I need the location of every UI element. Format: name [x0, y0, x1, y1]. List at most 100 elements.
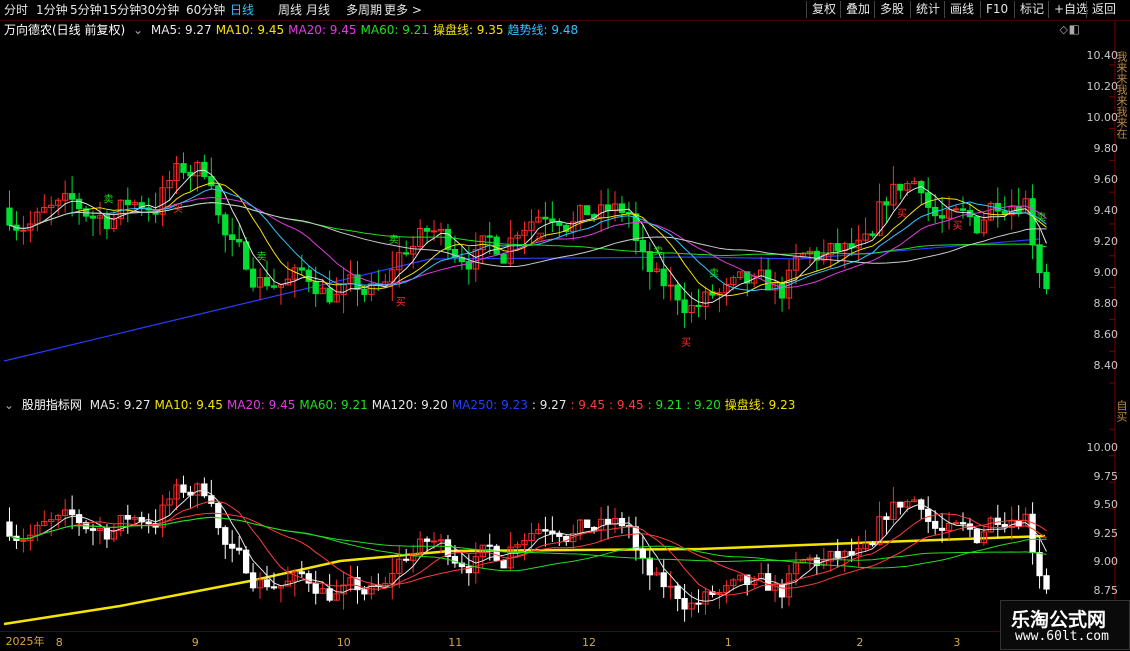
toolbar-button-8[interactable]: 返回: [1086, 1, 1121, 18]
candle-body: [493, 545, 500, 561]
toolbar-button-0[interactable]: 复权: [806, 1, 841, 18]
tab-3[interactable]: 15分钟: [102, 2, 141, 18]
candle-body: [932, 520, 939, 529]
candle-body: [500, 559, 507, 569]
candle-body: [883, 201, 890, 206]
sub-side-text: 自买: [1115, 400, 1128, 422]
candle-body: [312, 280, 319, 295]
candle-body: [834, 243, 841, 252]
candle-body: [660, 268, 667, 287]
candle-body: [89, 528, 97, 531]
sell-signal: 卖: [709, 267, 719, 279]
candle-body: [646, 251, 653, 273]
candle-body: [361, 589, 368, 595]
candle-body: [1029, 198, 1036, 246]
candle-body: [938, 215, 946, 219]
candle-body: [89, 215, 97, 219]
price-tick-label: 8.40: [1093, 359, 1119, 372]
candle-body: [556, 221, 563, 226]
price-tick-label: 9.20: [1093, 235, 1119, 248]
candle-body: [403, 558, 410, 561]
tab-2[interactable]: 5分钟: [70, 2, 102, 18]
tab-7[interactable]: 周线: [278, 2, 302, 18]
candle-body: [778, 583, 786, 598]
candle-body: [215, 502, 222, 529]
candle-body: [542, 529, 549, 532]
candle-body: [68, 509, 76, 516]
candle-body: [959, 522, 967, 525]
price-tick-label: 9.40: [1093, 204, 1119, 217]
candle-body: [222, 527, 229, 545]
candle-body: [674, 284, 681, 301]
candle-body: [883, 516, 890, 520]
toolbar-button-2[interactable]: 多股: [874, 1, 909, 18]
tab-0[interactable]: 分时: [4, 2, 28, 18]
candle-body: [326, 588, 333, 601]
candle-body: [778, 282, 786, 299]
candle-body: [869, 233, 876, 236]
candle-body: [959, 208, 967, 211]
buy-signal: 买: [953, 220, 963, 232]
toolbar-button-4[interactable]: 画线: [944, 1, 979, 18]
price-tick-label: 9.00: [1093, 266, 1119, 279]
tab-1[interactable]: 1分钟: [36, 2, 68, 18]
tab-9[interactable]: 多周期: [346, 2, 382, 18]
tab-4[interactable]: 30分钟: [140, 2, 179, 18]
indicator-chart[interactable]: [0, 396, 1130, 631]
candle-body: [20, 539, 27, 542]
main-chart-panel[interactable]: 万向德农(日线 前复权) ⌄ MA5: 9.27 MA10: 9.45 MA20: …: [0, 21, 1130, 396]
buy-signal: 买: [535, 232, 545, 244]
price-tick-label: 9.75: [1093, 469, 1119, 483]
candle-body: [236, 547, 243, 551]
candle-body: [423, 538, 431, 542]
toolbar-button-1[interactable]: 叠加: [840, 1, 875, 18]
brand-url: www.60lt.com: [1015, 629, 1109, 644]
candle-body: [667, 284, 674, 287]
sell-signal: 卖: [653, 245, 663, 257]
tab-8[interactable]: 月线: [306, 2, 330, 18]
tab-5[interactable]: 60分钟: [186, 2, 225, 18]
sell-signal: 卖: [257, 251, 267, 263]
candle-body: [68, 193, 76, 200]
tab-10[interactable]: 更多 >: [384, 2, 422, 18]
toolbar-button-3[interactable]: 统计: [910, 1, 945, 18]
tab-6[interactable]: 日线: [230, 2, 254, 18]
candle-body: [604, 204, 612, 212]
price-tick-label: 8.80: [1093, 297, 1119, 310]
price-tick-label: 9.60: [1093, 173, 1119, 186]
candle-body: [75, 198, 83, 210]
price-tick-label: 9.00: [1093, 555, 1119, 568]
candle-body: [201, 161, 208, 178]
date-tick-label: 12: [582, 636, 597, 649]
candle-body: [298, 571, 305, 575]
candle-body: [229, 234, 236, 241]
indicator-panel[interactable]: ⌄ 股朋指标网 MA5: 9.27 MA10: 9.45 MA20: 9.45 MA6…: [0, 396, 1130, 631]
candle-body: [695, 602, 702, 605]
candle-body: [973, 528, 981, 544]
date-axis: 2025年 8 9 10 11 12 1 2 3: [0, 631, 1130, 651]
candle-body: [298, 267, 305, 271]
candle-body: [604, 518, 612, 525]
toolbar-button-5[interactable]: F10: [980, 1, 1013, 18]
candle-body: [952, 522, 960, 525]
candle-body: [403, 252, 410, 255]
date-tick-label: 2: [856, 636, 864, 649]
candle-body: [1036, 552, 1043, 577]
candle-body: [486, 544, 493, 547]
candle-body: [869, 543, 876, 546]
main-side-text: 我来来我来我来在: [1115, 51, 1128, 139]
candle-body: [430, 540, 438, 543]
candle-body: [208, 495, 215, 504]
candle-body: [430, 230, 438, 233]
price-tick-label: 8.60: [1093, 328, 1119, 341]
buy-signal: 买: [681, 337, 691, 349]
toolbar-button-6[interactable]: 标记: [1014, 1, 1049, 18]
candle-body: [556, 533, 563, 537]
date-tick-label: 10: [336, 636, 351, 649]
candle-body: [639, 240, 646, 253]
candle-body: [242, 241, 250, 270]
sell-signal: 卖: [103, 194, 113, 206]
price-tick-label: 10.00: [1086, 441, 1119, 454]
candle-body: [75, 514, 83, 524]
kline-chart[interactable]: 卖卖卖卖卖卖买买买买买买: [0, 21, 1130, 396]
